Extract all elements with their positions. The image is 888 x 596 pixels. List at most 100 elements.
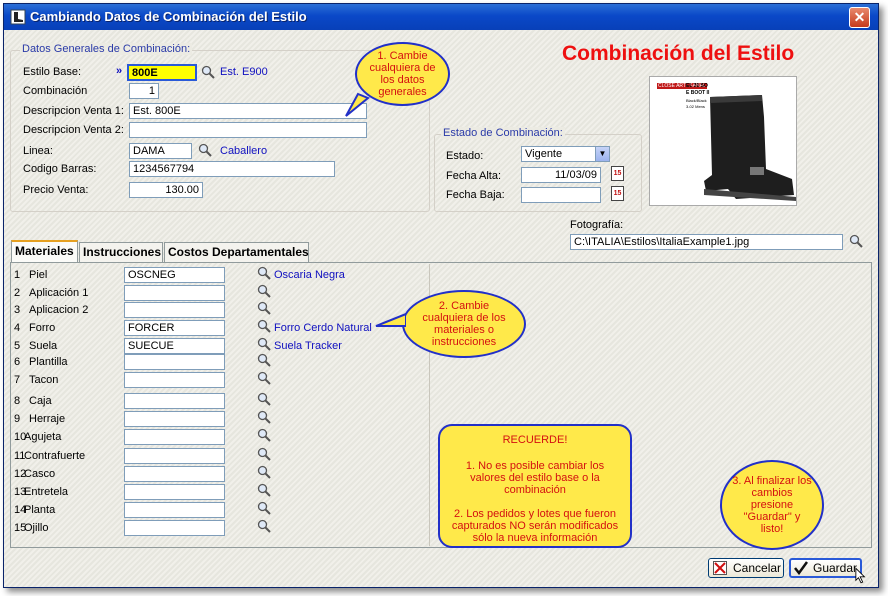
tab-instrucciones[interactable]: Instrucciones [79, 242, 163, 262]
material-number: 8 [14, 395, 21, 407]
general-group-title: Datos Generales de Combinación: [20, 43, 193, 55]
material-code-input[interactable] [124, 520, 225, 536]
fecha-baja-input[interactable] [521, 187, 601, 203]
fotografia-label: Fotografía: [570, 219, 624, 231]
title-bar[interactable]: Cambiando Datos de Combinación del Estil… [4, 4, 878, 30]
callout-2-pointer [375, 312, 406, 327]
fecha-alta-calendar-icon[interactable]: 15 [611, 166, 624, 181]
material-code-input[interactable] [124, 411, 225, 427]
material-number: 4 [14, 322, 21, 334]
linea-search-icon[interactable] [198, 143, 212, 157]
material-search-icon[interactable] [257, 483, 271, 497]
material-number: 9 [14, 413, 21, 425]
material-description-link[interactable]: Suela Tracker [274, 340, 342, 352]
material-code-input[interactable]: FORCER [124, 320, 225, 336]
material-name: Ojillo [24, 522, 49, 534]
fotografia-input[interactable]: C:\ITALIA\Estilos\ItaliaExample1.jpg [570, 234, 843, 250]
fecha-baja-label: Fecha Baja: [446, 189, 505, 201]
material-search-icon[interactable] [257, 371, 271, 385]
linea-link[interactable]: Caballero [220, 145, 267, 157]
material-search-icon[interactable] [257, 465, 271, 479]
save-button[interactable]: Guardar [789, 558, 862, 578]
material-search-icon[interactable] [257, 337, 271, 351]
material-search-icon[interactable] [257, 319, 271, 333]
material-search-icon[interactable] [257, 284, 271, 298]
fecha-alta-input[interactable]: 11/03/09 [521, 167, 601, 183]
material-number: 1 [14, 269, 21, 281]
material-name: Suela [29, 340, 58, 352]
material-search-icon[interactable] [257, 428, 271, 442]
estado-select[interactable]: Vigente ▼ [521, 146, 610, 162]
desc-venta2-input[interactable] [129, 122, 367, 138]
precio-venta-input[interactable]: 130.00 [129, 182, 203, 198]
estilo-base-link[interactable]: Est. E900 [220, 66, 268, 78]
estilo-base-search-icon[interactable] [201, 65, 215, 79]
estilo-base-label: Estilo Base: [23, 66, 82, 78]
material-description-link[interactable]: Oscaria Negra [274, 269, 345, 281]
reminder-point-2: 2. Los pedidos y lotes que fueron captur… [451, 508, 619, 544]
material-search-icon[interactable] [257, 410, 271, 424]
estado-group-title: Estado de Combinación: [441, 127, 565, 139]
reminder-title: RECUERDE! [502, 434, 568, 446]
material-code-input[interactable] [124, 484, 225, 500]
material-code-input[interactable] [124, 466, 225, 482]
material-code-input[interactable]: SUECUE [124, 338, 225, 354]
mouse-cursor-icon [855, 567, 866, 584]
callout-1-pointer [345, 92, 370, 117]
material-code-input[interactable] [124, 429, 225, 445]
tab-costos-departamentales[interactable]: Costos Departamentales [164, 242, 309, 262]
material-code-input[interactable]: OSCNEG [124, 267, 225, 283]
cancel-button[interactable]: Cancelar [708, 558, 784, 578]
codigo-barras-label: Codigo Barras: [23, 163, 97, 175]
material-search-icon[interactable] [257, 301, 271, 315]
material-name: Forro [29, 322, 56, 334]
dialog-window: Cambiando Datos de Combinación del Estil… [3, 3, 879, 588]
material-description-link[interactable]: Forro Cerdo Natural [274, 322, 372, 334]
material-name: Plantilla [29, 356, 68, 368]
linea-label: Linea: [23, 145, 53, 157]
material-number: 2 [14, 287, 21, 299]
fecha-baja-calendar-icon[interactable]: 15 [611, 186, 624, 201]
combinacion-input[interactable]: 1 [129, 83, 159, 99]
close-button[interactable]: ✕ [849, 7, 870, 28]
fotografia-search-icon[interactable] [849, 234, 863, 248]
material-code-input[interactable] [124, 502, 225, 518]
material-search-icon[interactable] [257, 353, 271, 367]
boot-image [704, 95, 796, 201]
material-code-input[interactable] [124, 285, 225, 301]
callout-3: 3. Al finalizar los cambios presione "Gu… [720, 460, 824, 550]
combinacion-label: Combinación [23, 85, 88, 97]
fecha-alta-label: Fecha Alta: [446, 170, 502, 182]
material-search-icon[interactable] [257, 447, 271, 461]
material-name: Entretela [24, 486, 69, 498]
material-code-input[interactable] [124, 302, 225, 318]
estilo-base-input[interactable]: 800E [127, 64, 197, 81]
material-name: Agujeta [24, 431, 62, 443]
app-boot-icon [10, 9, 26, 25]
material-code-input[interactable] [124, 354, 225, 370]
tab-materiales[interactable]: Materiales [11, 240, 78, 262]
material-code-input[interactable] [124, 372, 225, 388]
material-number: 5 [14, 340, 21, 352]
estado-select-value: Vigente [525, 148, 563, 160]
material-name: Caja [29, 395, 52, 407]
desc-venta1-label: Descripcion Venta 1: [23, 105, 124, 117]
dialog-client: Datos Generales de Combinación: Estilo B… [4, 30, 878, 587]
material-search-icon[interactable] [257, 501, 271, 515]
callout-2: 2. Cambie cualquiera de los materiales o… [402, 290, 526, 358]
desc-venta2-label: Descripcion Venta 2: [23, 124, 124, 136]
codigo-barras-input[interactable]: 1234567794 [129, 161, 335, 177]
linea-input[interactable]: DAMA [129, 143, 192, 159]
material-search-icon[interactable] [257, 266, 271, 280]
desc-venta1-input[interactable]: Est. 800E [129, 103, 367, 119]
checkmark-icon [794, 561, 808, 575]
material-number: 6 [14, 356, 21, 368]
material-search-icon[interactable] [257, 519, 271, 533]
material-code-input[interactable] [124, 393, 225, 409]
material-search-icon[interactable] [257, 392, 271, 406]
chevron-down-icon[interactable]: ▼ [595, 147, 609, 161]
precio-venta-label: Precio Venta: [23, 184, 89, 196]
window-title: Cambiando Datos de Combinación del Estil… [30, 9, 307, 24]
material-code-input[interactable] [124, 448, 225, 464]
material-name: Aplicación 1 [29, 287, 89, 299]
